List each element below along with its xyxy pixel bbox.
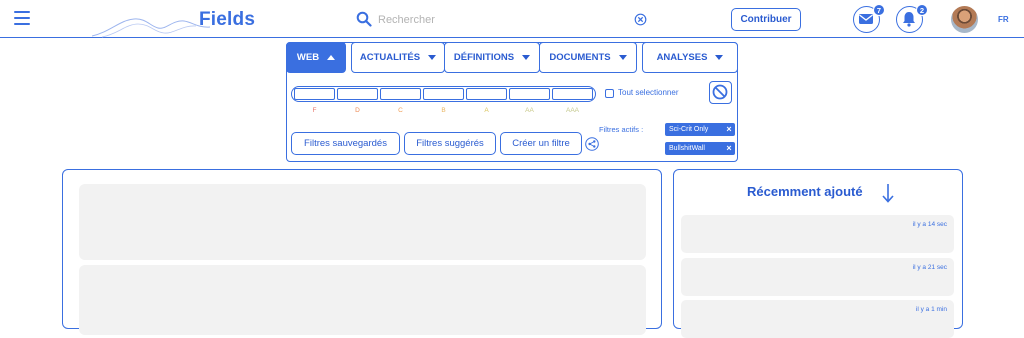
caret-down-icon — [428, 55, 437, 60]
tab-label: WEB — [296, 52, 320, 63]
rating-segment-aaa[interactable] — [552, 88, 593, 100]
hamburger-menu-icon[interactable] — [14, 11, 30, 25]
language-selector[interactable]: FR — [998, 15, 1009, 24]
grade-label: C — [398, 107, 403, 114]
caret-down-icon — [618, 55, 627, 60]
rating-segment-d[interactable] — [337, 88, 378, 100]
user-avatar[interactable] — [951, 6, 978, 33]
grade-label: F — [312, 107, 317, 114]
block-icon — [712, 84, 728, 100]
rating-segment-a[interactable] — [466, 88, 507, 100]
caret-up-icon — [327, 55, 336, 60]
logo-waves-icon — [92, 18, 210, 38]
brand-logo[interactable]: Fields — [199, 9, 255, 31]
remove-chip-icon[interactable]: × — [723, 123, 735, 136]
rating-segment-c[interactable] — [380, 88, 421, 100]
menu-line — [14, 23, 30, 25]
grade-label: AA — [525, 107, 534, 114]
menu-line — [14, 11, 30, 13]
grade-label: A — [484, 107, 489, 114]
select-all-checkbox[interactable] — [605, 89, 614, 98]
suggested-filters-button[interactable]: Filtres suggérés — [404, 132, 496, 155]
contribute-button[interactable]: Contribuer — [731, 8, 801, 31]
select-all-label: Tout selectionner — [618, 88, 679, 97]
search-input[interactable] — [378, 10, 628, 30]
mail-count-badge: 7 — [873, 4, 885, 16]
chip-label: BullshitWall — [669, 145, 705, 152]
caret-down-icon — [715, 55, 724, 60]
rating-segment-aa[interactable] — [509, 88, 550, 100]
clear-search-icon[interactable] — [634, 13, 647, 26]
create-filter-button[interactable]: Créer un filtre — [500, 132, 582, 155]
tab-label: ANALYSES — [656, 52, 708, 63]
caret-down-icon — [522, 55, 531, 60]
recent-item[interactable]: il y a 1 min — [681, 300, 954, 338]
tab-definitions[interactable]: DÉFINITIONS — [444, 42, 540, 73]
block-filter-button[interactable] — [709, 81, 732, 104]
tab-analyses[interactable]: ANALYSES — [642, 42, 738, 73]
saved-filters-button[interactable]: Filtres sauvegardés — [291, 132, 400, 155]
active-filter-chip[interactable]: Sci-Crit Only × — [665, 123, 735, 136]
grade-label: AAA — [565, 107, 579, 114]
active-filter-chip[interactable]: BullshitWall × — [665, 142, 735, 155]
tab-label: ACTUALITÉS — [359, 52, 421, 63]
tab-label: DOCUMENTS — [549, 52, 611, 63]
rating-segment-f[interactable] — [294, 88, 335, 100]
search-icon[interactable] — [356, 11, 372, 27]
tab-label: DÉFINITIONS — [453, 52, 515, 63]
share-icon[interactable] — [585, 137, 599, 151]
tab-web[interactable]: WEB — [286, 42, 346, 73]
recent-item-time: il y a 21 sec — [912, 264, 947, 271]
arrow-down-icon[interactable] — [881, 183, 895, 203]
active-filters-label: Filtres actifs : — [599, 125, 644, 134]
menu-line — [14, 17, 30, 19]
tab-documents[interactable]: DOCUMENTS — [539, 42, 637, 73]
rating-segment-b[interactable] — [423, 88, 464, 100]
grade-label: D — [355, 107, 360, 114]
recent-item[interactable]: il y a 14 sec — [681, 215, 954, 253]
chip-label: Sci-Crit Only — [669, 126, 709, 133]
recent-item-time: il y a 1 min — [915, 306, 947, 313]
tab-actualites[interactable]: ACTUALITÉS — [351, 42, 445, 73]
notification-count-badge: 2 — [916, 4, 928, 16]
recently-added-title: Récemment ajouté — [747, 184, 863, 199]
remove-chip-icon[interactable]: × — [723, 142, 735, 155]
recent-item[interactable]: il y a 21 sec — [681, 258, 954, 296]
result-placeholder — [79, 184, 646, 260]
recent-item-time: il y a 14 sec — [912, 221, 947, 228]
grade-label: B — [441, 107, 446, 114]
result-placeholder — [79, 265, 646, 335]
